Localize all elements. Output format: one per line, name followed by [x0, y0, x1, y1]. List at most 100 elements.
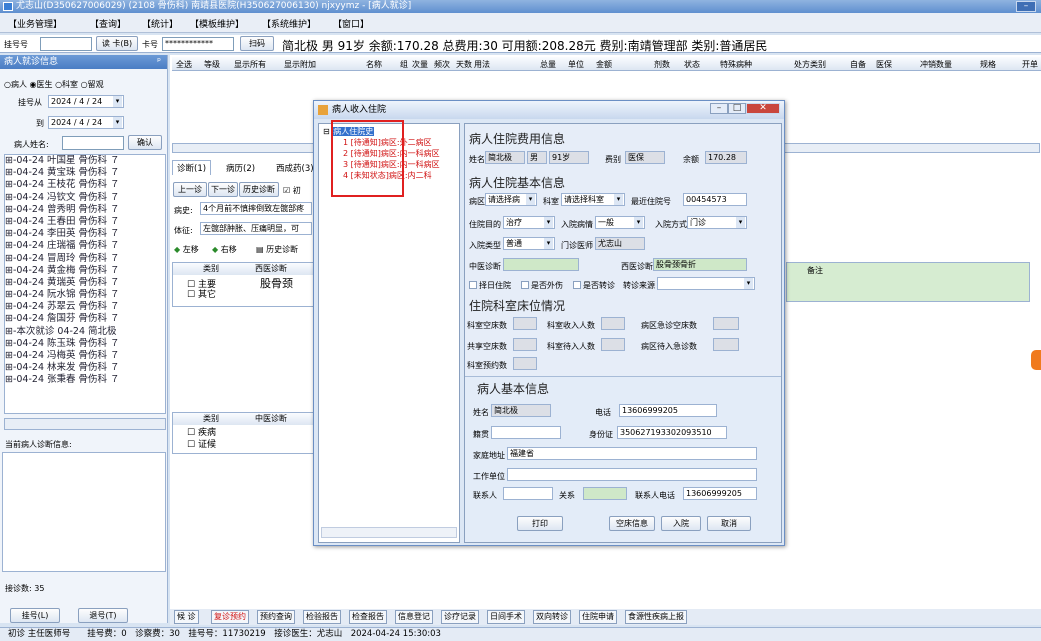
patient-tree-item[interactable]: ⊞-04-24 张秉春 骨伤科 ７ [5, 374, 165, 386]
grid-col-header[interactable]: 显示附加 [284, 59, 316, 70]
phone-field[interactable]: 13606999205 [619, 404, 717, 417]
next-diag-button[interactable]: 下一诊 [208, 182, 238, 197]
grid-col-header[interactable]: 显示所有 [234, 59, 266, 70]
tab-diagnosis[interactable]: 诊断(1) [172, 160, 212, 175]
bottom-button[interactable]: 双向转诊 [533, 610, 571, 624]
origin-field[interactable] [491, 426, 561, 439]
menu-business[interactable]: 【业务管理】 [8, 17, 62, 30]
scan-button[interactable]: 扫码 [240, 36, 274, 51]
menu-system[interactable]: 【系统维护】 [262, 17, 316, 30]
bottom-button[interactable]: 预约查询 [257, 610, 295, 624]
admit-button[interactable]: 入院 [661, 516, 701, 531]
grid-col-header[interactable]: 用法 [474, 59, 490, 70]
cancel-button[interactable]: 取消 [707, 516, 751, 531]
bottom-button[interactable]: 日间手术 [487, 610, 525, 624]
dialog-minimize-button[interactable]: – [710, 103, 728, 114]
side-tab[interactable] [1031, 350, 1041, 370]
radio-patient[interactable]: ○ [4, 80, 11, 89]
patient-tree-item[interactable]: ⊞-04-24 李田英 骨伤科 ７ [5, 228, 165, 240]
tab-western-med[interactable]: 西成药(3) [276, 162, 314, 174]
grid-col-header[interactable]: 天数 [456, 59, 472, 70]
work-field[interactable] [507, 468, 757, 481]
bottom-button[interactable]: 检验报告 [303, 610, 341, 624]
pin-icon[interactable]: ᵖ [157, 55, 161, 69]
tree-scrollbar[interactable] [321, 527, 457, 538]
patient-tree-item[interactable]: ⊞-04-24 王春田 骨伤科 ７ [5, 216, 165, 228]
radio-observe[interactable]: ○ [81, 80, 88, 89]
grid-col-header[interactable]: 剂数 [654, 59, 670, 70]
grid-col-header[interactable]: 等级 [204, 59, 220, 70]
menu-query[interactable]: 【查询】 [90, 17, 126, 30]
date-to-picker[interactable]: 2024 / 4 / 24 [48, 116, 124, 129]
patient-tree-item[interactable]: ⊞-04-24 冯钦文 骨伤科 ７ [5, 192, 165, 204]
grid-col-header[interactable]: 自备 [850, 59, 866, 70]
radio-dept[interactable]: ○ [55, 80, 62, 89]
grid-col-header[interactable]: 名称 [366, 59, 382, 70]
condition-select[interactable]: 一般 [595, 216, 645, 229]
cancel-reg-button[interactable]: 退号(T) [78, 608, 128, 623]
date-from-picker[interactable]: 2024 / 4 / 24 [48, 95, 124, 108]
menu-window[interactable]: 【窗口】 [333, 17, 369, 30]
method-select[interactable]: 门诊 [687, 216, 747, 229]
bottom-button[interactable]: 检查报告 [349, 610, 387, 624]
grid-col-header[interactable]: 组 [400, 59, 408, 70]
grid-col-header[interactable]: 开单 [1022, 59, 1038, 70]
confirm-button[interactable]: 确认 [128, 135, 162, 150]
bottom-button[interactable]: 诊疗记录 [441, 610, 479, 624]
grid-col-header[interactable]: 金额 [596, 59, 612, 70]
grid-col-header[interactable]: 单位 [568, 59, 584, 70]
referral-checkbox[interactable] [573, 281, 581, 289]
patient-tree-item[interactable]: ⊞-04-24 黄金梅 骨伤科 ７ [5, 265, 165, 277]
patient-tree-item[interactable]: ⊞-04-24 陈玉珠 骨伤科 ７ [5, 338, 165, 350]
print-button[interactable]: 打印 [517, 516, 563, 531]
prev-diag-button[interactable]: 上一诊 [173, 182, 207, 197]
table-row[interactable]: ☐ 主要 股骨颈 [173, 275, 313, 290]
card-input[interactable]: ************ [162, 37, 234, 51]
cn-diag-field[interactable] [503, 258, 579, 271]
grid-col-header[interactable]: 规格 [980, 59, 996, 70]
grid-col-header[interactable]: 总量 [540, 59, 556, 70]
trauma-checkbox[interactable] [521, 281, 529, 289]
patient-tree-item[interactable]: ⊞-本次就诊 04-24 简北极 [5, 326, 165, 338]
tab-record[interactable]: 病历(2) [226, 162, 255, 174]
id-field[interactable]: 350627193302093510 [617, 426, 727, 439]
defer-admission-checkbox[interactable] [469, 281, 477, 289]
contact-field[interactable] [503, 487, 553, 500]
radio-doctor[interactable]: ◉ [30, 80, 37, 89]
bottom-button[interactable]: 候 诊 [174, 610, 199, 624]
patient-tree-item[interactable]: ⊞-04-24 庄瑞福 骨伤科 ７ [5, 240, 165, 252]
grid-col-header[interactable]: 次量 [412, 59, 428, 70]
patient-tree-item[interactable]: ⊞-04-24 苏翠云 骨伤科 ７ [5, 301, 165, 313]
west-diag-field[interactable]: 股骨颈骨折 [653, 258, 747, 271]
exam-field[interactable]: 左髋部肿胀、压痛明显，可 [200, 222, 312, 235]
grid-col-header[interactable]: 冲销数量 [920, 59, 952, 70]
move-left-button[interactable]: ◆ 左移 [174, 244, 199, 255]
contact-phone-field[interactable]: 13606999205 [683, 487, 757, 500]
menu-template[interactable]: 【模板维护】 [190, 17, 244, 30]
patient-tree-item[interactable]: ⊞-04-24 王枝花 骨伤科 ７ [5, 179, 165, 191]
patient-tree-item[interactable]: ⊞-04-24 阮水锦 骨伤科 ７ [5, 289, 165, 301]
history-field[interactable]: 4个月前不慎摔倒致左髋部疼 [200, 202, 312, 215]
bottom-button[interactable]: 复诊预约 [211, 610, 249, 624]
note-area[interactable]: 备注 [786, 262, 1030, 302]
patient-tree-item[interactable]: ⊞-04-24 冯梅英 骨伤科 ７ [5, 350, 165, 362]
history-diag-button[interactable]: 历史诊断 [239, 182, 279, 197]
patient-tree-item[interactable]: ⊞-04-24 黄瑞英 骨伤科 ７ [5, 277, 165, 289]
dialog-maximize-button[interactable]: □ [728, 103, 746, 114]
tree-scrollbar[interactable] [4, 418, 166, 430]
bottom-button[interactable]: 食源性疾病上报 [625, 610, 687, 624]
ward-select[interactable]: 请选择病 [485, 193, 537, 206]
grid-col-header[interactable]: 特殊病种 [720, 59, 752, 70]
relation-field[interactable] [583, 487, 627, 500]
patient-tree-item[interactable]: ⊞-04-24 叶国星 骨伤科 ７ [5, 155, 165, 167]
dialog-close-button[interactable]: ✕ [746, 103, 780, 114]
menu-stats[interactable]: 【统计】 [142, 17, 178, 30]
bottom-button[interactable]: 住院申请 [579, 610, 617, 624]
read-card-button[interactable]: 读 卡(B) [96, 36, 138, 51]
purpose-select[interactable]: 治疗 [503, 216, 555, 229]
history-diag-link[interactable]: ▤ 历史诊断 [256, 244, 298, 255]
first-visit-checkbox[interactable]: ☑ 初 [283, 185, 301, 196]
name-input[interactable] [62, 136, 124, 150]
empty-bed-button[interactable]: 空床信息 [609, 516, 655, 531]
dept-select[interactable]: 请选择科室 [561, 193, 625, 206]
